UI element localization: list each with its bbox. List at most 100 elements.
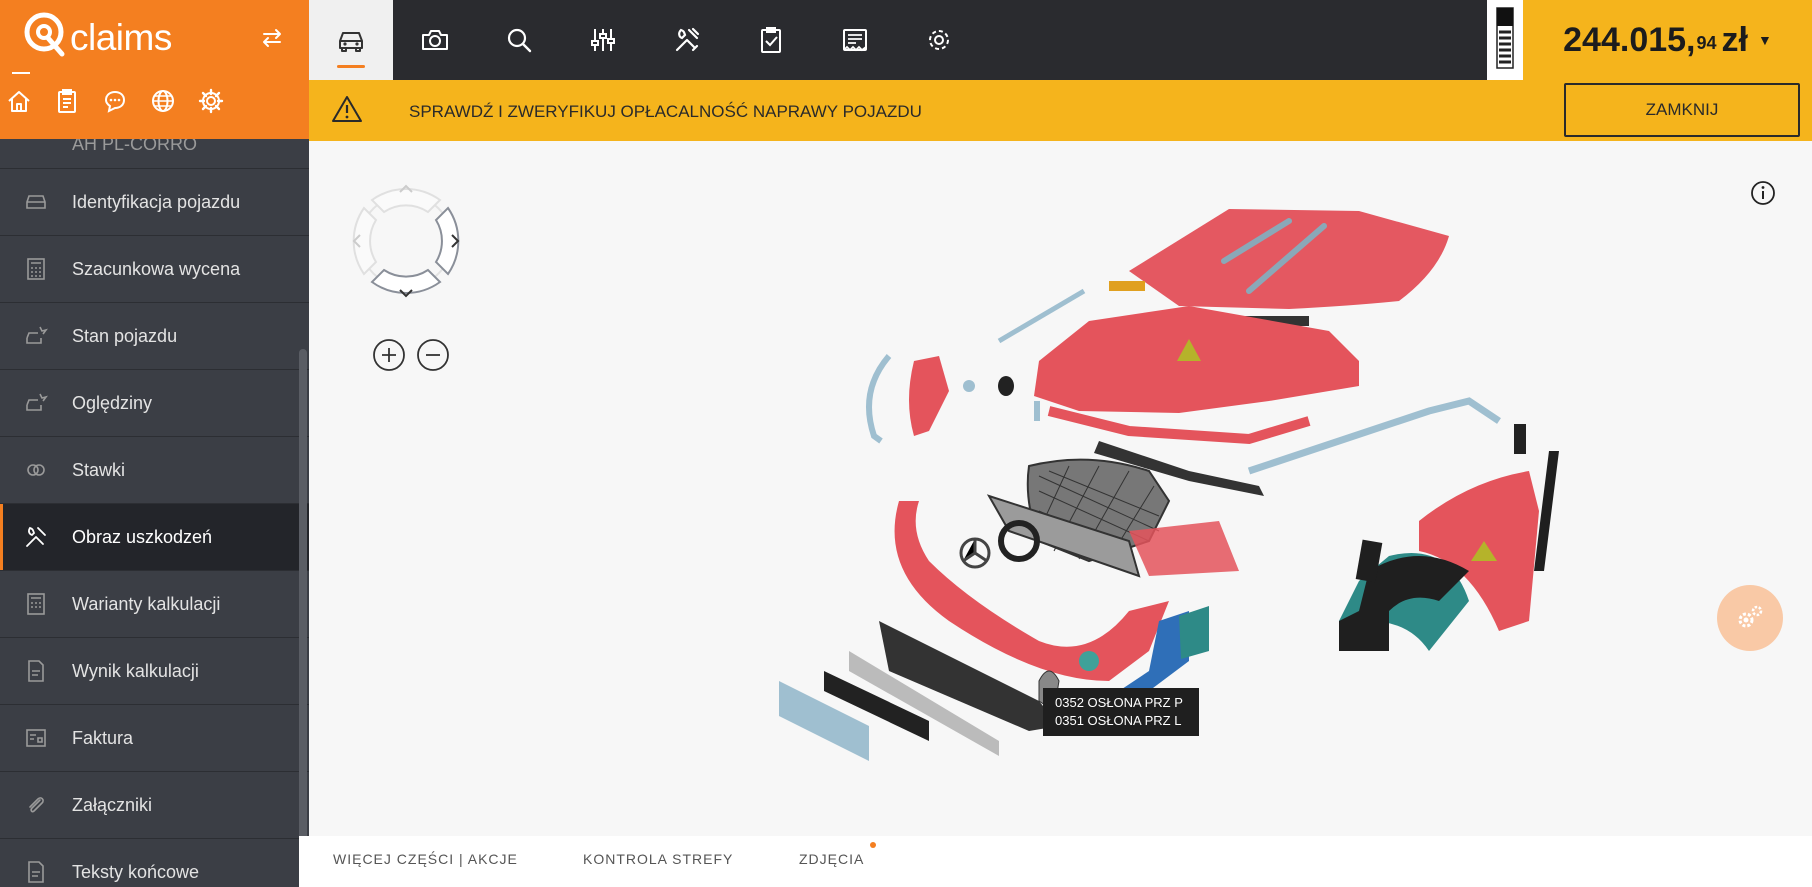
close-alert-button[interactable]: ZAMKNIJ [1564,83,1800,137]
rotate-left-button[interactable] [352,206,378,276]
sidebar-item-ogledziny[interactable]: Oględziny [0,370,309,437]
zoom-out-icon[interactable] [416,338,450,372]
sidebar-item-teksty[interactable]: Teksty końcowe [0,839,309,887]
sidebar-item-label: Teksty końcowe [72,861,200,882]
tab-more-parts[interactable]: WIĘCEJ CZĘŚCI | AKCJE [333,851,518,867]
part-fog-lamp[interactable] [1079,651,1099,671]
sidebar-item-label: Warianty kalkulacji [72,593,221,614]
clipboard-check-icon [761,27,781,53]
tooltip-line-1: 0352 OSŁONA PRZ P [1055,695,1183,710]
part-bumper-support[interactable] [1129,521,1239,576]
sidebar-item-stawki[interactable]: Stawki [0,437,309,504]
sidebar-item-label: Stawki [72,459,126,480]
swap-arrows-icon[interactable] [258,24,286,52]
invoice-icon [26,729,46,747]
part-headlamp-left[interactable] [909,356,949,436]
total-amount[interactable]: 244.015, 94 zł ▼ [1523,0,1812,80]
gears-icon [1738,605,1763,628]
calculator-icon [27,258,45,280]
sidebar-item-zalaczniki[interactable]: Załączniki [0,772,309,839]
sidebar-item-label: Oględziny [72,392,153,413]
part-bracket-right[interactable] [1514,424,1526,454]
total-cents: 94 [1696,32,1717,53]
part-tooltip: 0352 OSŁONA PRZ P 0351 OSŁONA PRZ L [1043,688,1199,736]
zoom-in-icon[interactable] [372,338,406,372]
tab-photos[interactable] [393,0,477,80]
total-main: 244.015, [1563,20,1696,59]
clipboard-icon[interactable] [54,88,80,114]
sidebar-item-label: Wynik kalkulacji [72,660,199,681]
logo[interactable]: claims [22,10,172,60]
calculator-icon [27,593,45,615]
chevron-down-icon[interactable]: ▼ [1758,32,1772,48]
sidebar-item-stan-pojazdu[interactable]: Stan pojazdu [0,303,309,370]
rotation-pad [352,184,460,298]
top-toolbar [309,0,1487,80]
receipt-icon [843,29,867,52]
part-washer-pipe-left[interactable] [866,354,892,444]
document-icon [28,660,44,682]
camera-icon [422,30,448,50]
rotate-up-button[interactable] [370,187,442,214]
paperclip-icon [29,797,44,813]
sidebar-item-obraz-uszkodzen[interactable]: Obraz uszkodzeń [0,504,309,571]
logo-q-icon [24,12,65,57]
sidebar-item-label: Obraz uszkodzeń [72,526,213,547]
sidebar-item-label: Szacunkowa wycena [72,258,241,279]
sidebar-item-szacunkowa[interactable]: Szacunkowa wycena [0,236,309,303]
sidebar-scrollbar[interactable] [299,349,307,869]
tab-zone-control[interactable]: KONTROLA STREFY [583,851,733,867]
notification-dot [870,842,876,848]
part-washer-hose-right[interactable] [1247,397,1501,475]
chat-icon[interactable] [102,88,128,114]
warning-icon [332,96,362,122]
tab-checklist[interactable] [729,0,813,80]
sidebar-item-label: Stan pojazdu [72,325,178,346]
part-hood-latch[interactable] [1109,281,1145,291]
rotate-right-button[interactable] [434,206,460,276]
alert-bar: SPRAWDŹ I ZWERYFIKUJ OPŁACALNOŚĆ NAPRAWY… [309,80,1812,141]
brand-panel: claims [0,0,309,139]
document-icon [28,861,44,883]
sidebar-item-label: Identyfikacja pojazdu [72,191,241,212]
settings-fab[interactable] [1717,585,1783,651]
tab-vehicle[interactable] [309,0,393,80]
sidebar-item-identyfikacja[interactable]: Identyfikacja pojazdu [0,169,309,236]
car-icon [339,32,363,52]
level-meter [1487,0,1523,80]
total-currency: zł [1721,20,1748,59]
tab-settings[interactable] [897,0,981,80]
damaged-car-icon [26,326,48,344]
part-hood-trim[interactable] [1047,406,1311,445]
alert-message: SPRAWDŹ I ZWERYFIKUJ OPŁACALNOŚĆ NAPRAWY… [409,102,922,121]
part-washer-hose-left[interactable] [997,288,1086,344]
logo-text: claims [70,17,172,58]
tab-photos-bottom[interactable]: ZDJĘCIA [799,851,864,867]
sidebar-item-wynik[interactable]: Wynik kalkulacji [0,638,309,705]
tools-icon [26,526,46,547]
home-icon[interactable] [6,88,32,114]
bottom-tabs: WIĘCEJ CZĘŚCI | AKCJE KONTROLA STREFY ZD… [299,836,1812,887]
info-icon[interactable] [1750,180,1776,206]
part-bolt-a[interactable] [963,380,975,392]
part-cap-black[interactable] [998,376,1014,396]
inspection-icon [26,393,48,411]
tab-receipt[interactable] [813,0,897,80]
car-icon [26,195,46,209]
rotate-down-button[interactable] [370,268,442,295]
settings-gear-icon[interactable] [198,88,224,114]
logo-underline [12,72,30,74]
rates-icon [27,464,45,476]
tab-adjustments[interactable] [561,0,645,80]
sliders-icon [591,29,615,51]
tab-repair[interactable] [645,0,729,80]
globe-icon[interactable] [150,88,176,114]
sidebar-item-warianty[interactable]: Warianty kalkulacji [0,571,309,638]
sidebar: AH PL-CORRO Identyfikacja pojazdu Szacun… [0,139,309,887]
sidebar-item-partial[interactable]: AH PL-CORRO [0,139,309,169]
exploded-car-model[interactable] [569,181,1569,841]
tab-search[interactable] [477,0,561,80]
tooltip-line-2: 0351 OSŁONA PRZ L [1055,713,1182,728]
damage-viewer[interactable]: 0352 OSŁONA PRZ P 0351 OSŁONA PRZ L [309,141,1812,836]
sidebar-item-faktura[interactable]: Faktura [0,705,309,772]
